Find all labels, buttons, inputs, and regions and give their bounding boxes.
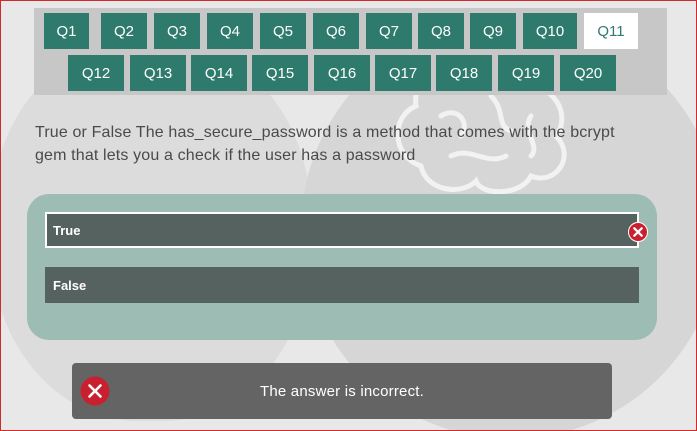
feedback-message: The answer is incorrect. [259,382,425,400]
q14-button[interactable]: Q14 [191,55,247,91]
q9-button[interactable]: Q9 [470,13,516,49]
answer-options: True False [27,194,657,340]
q12-button[interactable]: Q12 [68,55,124,91]
q13-button[interactable]: Q13 [130,55,186,91]
q7-button[interactable]: Q7 [366,13,412,49]
question-nav: Q1 Q2 Q3 Q4 Q5 Q6 Q7 Q8 Q9 Q10 Q11 Q12 Q… [34,8,667,95]
option-label: False [53,277,87,293]
option-label: True [53,222,81,238]
q10-button[interactable]: Q10 [523,13,577,49]
question-text: True or False The has_secure_password is… [35,124,615,164]
option-false[interactable]: False [45,267,639,303]
q16-button[interactable]: Q16 [314,55,370,91]
q18-button[interactable]: Q18 [436,55,492,91]
x-circle-icon [80,376,110,406]
q6-button[interactable]: Q6 [313,13,359,49]
q2-button[interactable]: Q2 [101,13,147,49]
q19-button[interactable]: Q19 [498,55,554,91]
q20-button[interactable]: Q20 [560,55,616,91]
q4-button[interactable]: Q4 [207,13,253,49]
q15-button[interactable]: Q15 [252,55,308,91]
feedback-banner: The answer is incorrect. [72,363,612,419]
q1-button[interactable]: Q1 [44,13,89,49]
option-true[interactable]: True [45,212,648,248]
q3-button[interactable]: Q3 [154,13,200,49]
q11-button[interactable]: Q11 [584,13,638,49]
q8-button[interactable]: Q8 [418,13,464,49]
q5-button[interactable]: Q5 [260,13,306,49]
q17-button[interactable]: Q17 [375,55,431,91]
quiz-frame: Q1 Q2 Q3 Q4 Q5 Q6 Q7 Q8 Q9 Q10 Q11 Q12 Q… [0,0,697,431]
incorrect-x-icon [628,222,648,242]
